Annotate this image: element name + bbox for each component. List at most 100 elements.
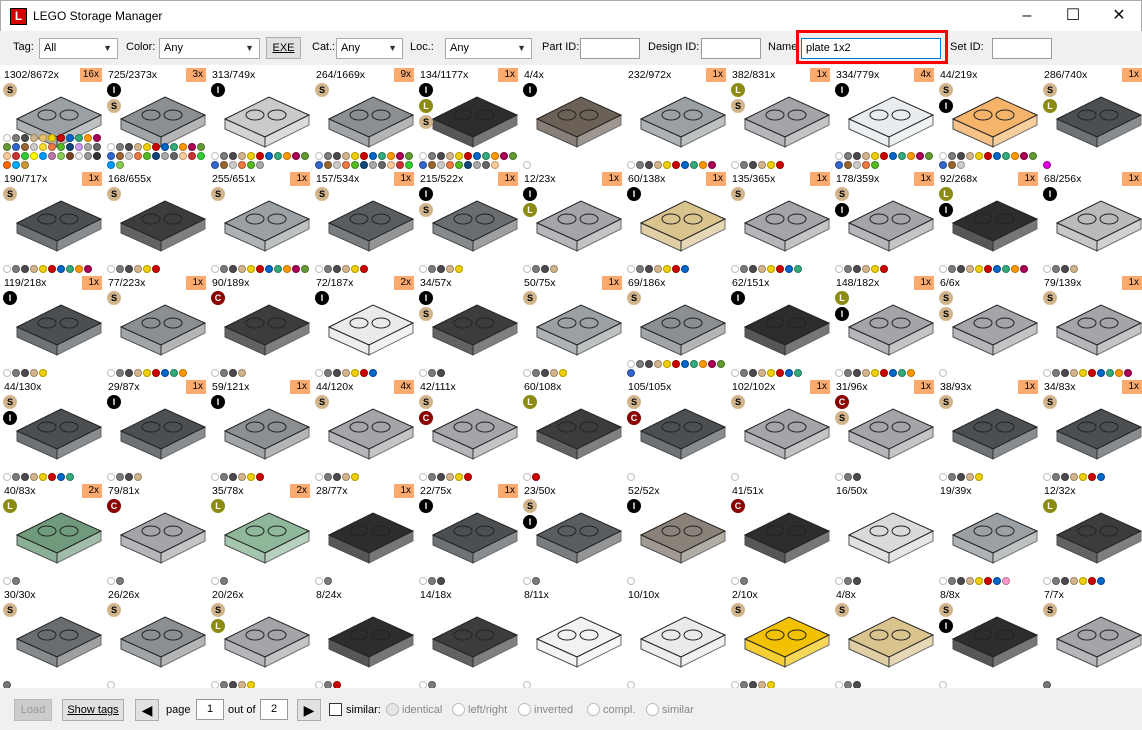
color-dot[interactable] — [455, 265, 463, 273]
color-dot[interactable] — [853, 265, 861, 273]
color-dot[interactable] — [116, 161, 124, 169]
color-dot[interactable] — [523, 473, 531, 481]
color-dot[interactable] — [161, 152, 169, 160]
part-tile[interactable]: 313/749x I — [209, 67, 313, 170]
color-dot[interactable] — [419, 577, 427, 585]
color-dot[interactable] — [464, 152, 472, 160]
color-dot[interactable] — [351, 265, 359, 273]
color-dot[interactable] — [188, 152, 196, 160]
color-dot[interactable] — [1043, 265, 1051, 273]
color-dot[interactable] — [758, 161, 766, 169]
color-dot[interactable] — [48, 152, 56, 160]
color-dot[interactable] — [1079, 473, 1087, 481]
color-dot[interactable] — [984, 265, 992, 273]
color-dot[interactable] — [455, 473, 463, 481]
color-dot[interactable] — [211, 265, 219, 273]
part-tile[interactable]: 30/30x S — [1, 587, 105, 690]
color-dot[interactable] — [627, 265, 635, 273]
color-dot[interactable] — [143, 143, 151, 151]
part-tile[interactable]: 41/51x C — [729, 483, 833, 586]
color-dot[interactable] — [532, 265, 540, 273]
tag-select[interactable]: All ▼ — [39, 38, 118, 59]
color-dot[interactable] — [767, 369, 775, 377]
color-dot[interactable] — [360, 265, 368, 273]
color-dot[interactable] — [342, 473, 350, 481]
color-dot[interactable] — [708, 161, 716, 169]
part-tile[interactable]: 1302/8672x 16x S — [1, 67, 105, 170]
color-dot[interactable] — [152, 369, 160, 377]
color-dot[interactable] — [116, 369, 124, 377]
color-dot[interactable] — [835, 152, 843, 160]
color-dot[interactable] — [939, 265, 947, 273]
color-dot[interactable] — [758, 265, 766, 273]
color-dot[interactable] — [482, 161, 490, 169]
color-dot[interactable] — [491, 152, 499, 160]
part-tile[interactable]: 16/50x — [833, 483, 937, 586]
color-dot[interactable] — [645, 360, 653, 368]
color-dot[interactable] — [125, 152, 133, 160]
color-dot[interactable] — [179, 152, 187, 160]
color-dot[interactable] — [785, 265, 793, 273]
color-dot[interactable] — [523, 577, 531, 585]
color-dot[interactable] — [708, 360, 716, 368]
part-tile[interactable]: 2/10x S — [729, 587, 833, 690]
color-dot[interactable] — [3, 161, 11, 169]
color-dot[interactable] — [134, 143, 142, 151]
part-tile[interactable]: 72/187x 2x I — [313, 275, 417, 378]
color-dot[interactable] — [731, 577, 739, 585]
color-dot[interactable] — [473, 152, 481, 160]
color-dot[interactable] — [116, 577, 124, 585]
color-dot[interactable] — [351, 369, 359, 377]
color-dot[interactable] — [315, 577, 323, 585]
color-dot[interactable] — [446, 161, 454, 169]
part-tile[interactable]: 79/139x 1x S — [1041, 275, 1142, 378]
color-dot[interactable] — [1043, 473, 1051, 481]
color-dot[interactable] — [749, 161, 757, 169]
color-dot[interactable] — [292, 265, 300, 273]
color-dot[interactable] — [672, 360, 680, 368]
location-select[interactable]: Any ▼ — [445, 38, 532, 59]
color-dot[interactable] — [731, 369, 739, 377]
minimize-button[interactable]: – — [1004, 1, 1050, 31]
close-button[interactable]: ✕ — [1096, 1, 1142, 31]
color-dot[interactable] — [84, 152, 92, 160]
part-tile[interactable]: 286/740x 1x S L — [1041, 67, 1142, 170]
color-dot[interactable] — [238, 152, 246, 160]
part-tile[interactable]: 8/24x — [313, 587, 417, 690]
color-dot[interactable] — [3, 265, 11, 273]
color-dot[interactable] — [93, 152, 101, 160]
color-dot[interactable] — [21, 473, 29, 481]
color-dot[interactable] — [188, 143, 196, 151]
part-tile[interactable]: 44/219x S I — [937, 67, 1041, 170]
color-dot[interactable] — [387, 152, 395, 160]
part-tile[interactable]: 60/108x L — [521, 379, 625, 482]
color-dot[interactable] — [428, 265, 436, 273]
color-dot[interactable] — [39, 152, 47, 160]
color-dot[interactable] — [853, 473, 861, 481]
color-dot[interactable] — [437, 152, 445, 160]
part-tile[interactable]: 29/87x 1x I — [105, 379, 209, 482]
color-dot[interactable] — [360, 152, 368, 160]
color-dot[interactable] — [324, 577, 332, 585]
color-dot[interactable] — [663, 161, 671, 169]
color-dot[interactable] — [1079, 369, 1087, 377]
color-dot[interactable] — [975, 473, 983, 481]
color-dot[interactable] — [238, 161, 246, 169]
color-dot[interactable] — [39, 265, 47, 273]
radio-similar[interactable] — [646, 703, 659, 716]
color-dot[interactable] — [419, 152, 427, 160]
color-dot[interactable] — [256, 161, 264, 169]
color-dot[interactable] — [1052, 577, 1060, 585]
color-dot[interactable] — [125, 265, 133, 273]
color-dot[interactable] — [532, 473, 540, 481]
part-tile[interactable]: 10/10x — [625, 587, 729, 690]
color-dot[interactable] — [229, 265, 237, 273]
color-dot[interactable] — [835, 577, 843, 585]
color-dot[interactable] — [342, 369, 350, 377]
color-dot[interactable] — [1061, 473, 1069, 481]
part-tile[interactable]: 102/102x 1x S — [729, 379, 833, 482]
color-dot[interactable] — [229, 161, 237, 169]
color-dot[interactable] — [699, 161, 707, 169]
color-dot[interactable] — [627, 577, 635, 585]
color-dot[interactable] — [853, 369, 861, 377]
